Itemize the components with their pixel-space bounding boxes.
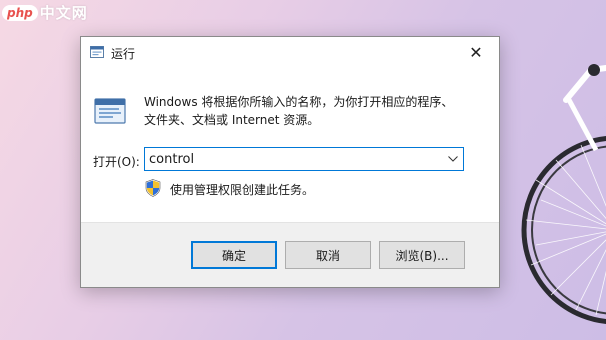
close-button[interactable]: ✕ [453, 37, 499, 68]
watermark: php 中文网 [2, 2, 88, 23]
dialog-footer: 确定 取消 浏览(B)... [81, 222, 499, 287]
watermark-text: 中文网 [39, 4, 88, 22]
open-label: 打开(O): [93, 155, 140, 169]
open-input[interactable]: control [145, 152, 443, 167]
ok-button[interactable]: 确定 [191, 241, 277, 269]
dialog-title: 运行 [111, 47, 136, 61]
watermark-logo: php [2, 4, 38, 21]
run-app-icon [90, 46, 104, 58]
description-line-1: Windows 将根据你所输入的名称，为你打开相应的程序、 [144, 95, 454, 109]
browse-button[interactable]: 浏览(B)... [379, 241, 465, 269]
chevron-down-icon [448, 156, 458, 162]
admin-note: 使用管理权限创建此任务。 [170, 183, 315, 197]
uac-shield-icon [145, 179, 161, 197]
close-icon: ✕ [469, 43, 483, 62]
cancel-button[interactable]: 取消 [285, 241, 371, 269]
dropdown-button[interactable] [443, 148, 463, 170]
run-app-icon [94, 98, 126, 124]
open-combobox[interactable]: control [144, 147, 464, 171]
bicycle-wallpaper-image [521, 64, 606, 324]
dialog-description: Windows 将根据你所输入的名称，为你打开相应的程序、 文件夹、文档或 In… [144, 93, 484, 129]
title-bar[interactable]: 运行 ✕ [81, 37, 499, 68]
description-line-2: 文件夹、文档或 Internet 资源。 [144, 113, 320, 127]
run-dialog: 运行 ✕ Windows 将根据你所输入的名称，为你打开相应的程序、 文件夹、文… [80, 36, 500, 288]
